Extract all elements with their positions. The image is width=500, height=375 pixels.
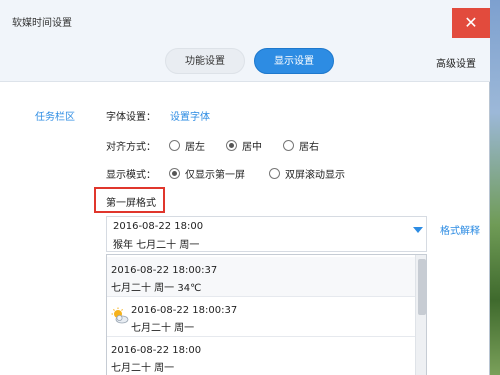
tab-advanced-settings[interactable]: 高级设置 bbox=[436, 55, 476, 70]
radio-circle-checked bbox=[169, 168, 180, 179]
display-mode-label: 显示模式： bbox=[106, 170, 156, 181]
radio-label: 仅显示第一屏 bbox=[185, 170, 245, 181]
option-line2: 七月二十 周一 bbox=[111, 363, 175, 374]
radio-circle bbox=[269, 168, 280, 179]
tab-function-settings[interactable]: 功能设置 bbox=[165, 48, 245, 74]
font-setting-label: 字体设置： bbox=[106, 112, 156, 123]
first-screen-format-select[interactable]: 2016-08-22 18:00 猴年 七月二十 周一 bbox=[106, 216, 427, 252]
option-line2: 七月二十 周一 34℃ bbox=[111, 283, 202, 294]
window-title: 软媒时间设置 bbox=[12, 18, 72, 29]
option-line1: 2016-08-22 18:00:37 bbox=[131, 305, 238, 316]
select-value-line1: 2016-08-22 18:00 bbox=[113, 221, 204, 232]
radio-label: 居左 bbox=[185, 142, 205, 153]
format-explanation-link[interactable]: 格式解释 bbox=[440, 222, 480, 237]
radio-circle bbox=[283, 140, 294, 151]
tab-bar: 功能设置 显示设置 高级设置 bbox=[0, 40, 490, 82]
select-value-line2: 猴年 七月二十 周一 bbox=[113, 240, 200, 251]
scroll-thumb[interactable] bbox=[418, 259, 426, 315]
radio-label: 居中 bbox=[242, 142, 262, 153]
sidebar-item-taskbar[interactable]: 任务栏区 bbox=[35, 108, 75, 123]
mode-first-screen-radio[interactable]: 仅显示第一屏 bbox=[169, 166, 245, 181]
list-item[interactable]: 2016-08-22 18:00:37 七月二十 周一 34℃ bbox=[107, 257, 415, 297]
settings-dialog: 软媒时间设置 ✕ 功能设置 显示设置 高级设置 任务栏区 字体设置： 设置字体 … bbox=[0, 0, 490, 375]
align-label: 对齐方式： bbox=[106, 142, 156, 153]
align-right-radio[interactable]: 居右 bbox=[283, 138, 319, 153]
option-line2: 七月二十 周一 bbox=[131, 323, 195, 334]
set-font-link[interactable]: 设置字体 bbox=[170, 108, 210, 123]
list-item[interactable]: 2016-08-22 18:00 七月二十 周一 bbox=[107, 337, 415, 375]
close-icon: ✕ bbox=[464, 13, 478, 32]
align-center-radio[interactable]: 居中 bbox=[226, 138, 262, 153]
radio-label: 居右 bbox=[299, 142, 319, 153]
format-dropdown-list: 2016-08-22 18:00:37 七月二十 周一 34℃ 2016-08-… bbox=[106, 254, 427, 375]
list-item[interactable]: 2016-08-22 18:00:37 七月二十 周一 bbox=[107, 297, 415, 337]
first-screen-format-label: 第一屏格式 bbox=[106, 198, 156, 209]
title-bar: 软媒时间设置 bbox=[0, 0, 490, 40]
tab-display-settings[interactable]: 显示设置 bbox=[254, 48, 334, 74]
radio-circle-checked bbox=[226, 140, 237, 151]
radio-circle bbox=[169, 140, 180, 151]
radio-label: 双屏滚动显示 bbox=[285, 170, 345, 181]
align-left-radio[interactable]: 居左 bbox=[169, 138, 205, 153]
weather-sun-cloud-icon bbox=[111, 307, 129, 324]
chevron-down-icon[interactable] bbox=[413, 227, 423, 233]
option-line1: 2016-08-22 18:00 bbox=[111, 345, 202, 356]
option-line1: 2016-08-22 18:00:37 bbox=[111, 265, 218, 276]
dropdown-scrollbar[interactable] bbox=[415, 255, 426, 375]
mode-dual-screen-radio[interactable]: 双屏滚动显示 bbox=[269, 166, 345, 181]
close-button[interactable]: ✕ bbox=[452, 8, 490, 38]
